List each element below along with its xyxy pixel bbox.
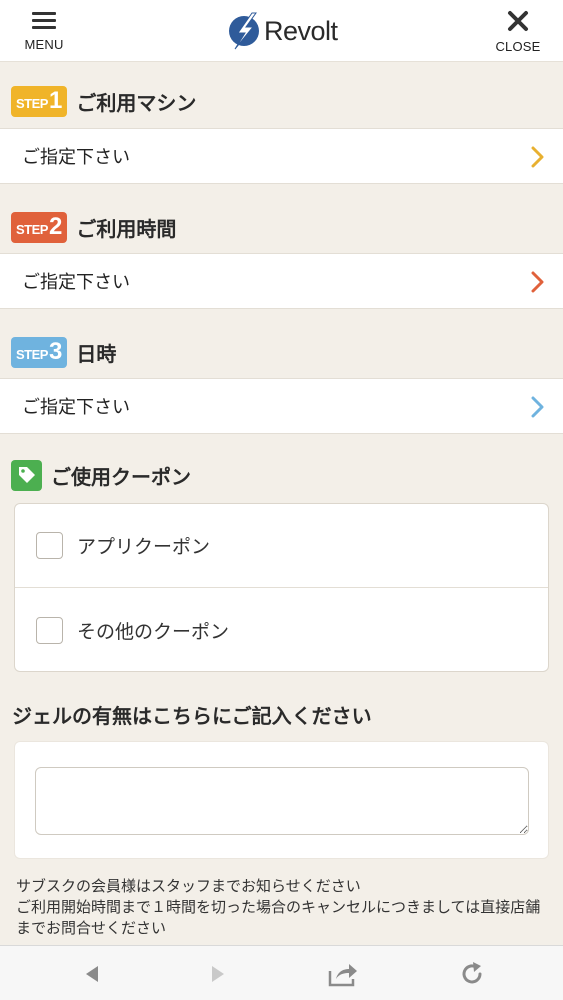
other-coupon-checkbox[interactable] (36, 616, 63, 644)
step3-title: 日時 (76, 341, 117, 366)
step1-badge: STEP 1 (11, 85, 68, 117)
lightning-logo-icon (229, 12, 259, 50)
revolt-logo: Revolt (226, 11, 338, 51)
datetime-select-value: ご指定下さい (22, 397, 130, 418)
note-cancellation: ご利用開始時間まで１時間を切った場合のキャンセルにつきましては直接店舗までお問合… (16, 898, 541, 937)
step2-title: ご利用時間 (76, 216, 177, 241)
gel-input-panel (14, 741, 549, 859)
datetime-select-row[interactable]: ご指定下さい (0, 378, 563, 434)
note-subscription: サブスクの会員様はスタッフまでお知らせください (16, 877, 361, 895)
step2-badge: STEP 2 (11, 211, 68, 243)
coupon-option-app[interactable]: アプリクーポン (15, 504, 548, 588)
tag-icon (11, 459, 42, 491)
logo-text: Revolt (264, 15, 338, 46)
reload-icon (462, 962, 482, 984)
chevron-right-icon (531, 271, 544, 293)
duration-select-row[interactable]: ご指定下さい (0, 253, 563, 309)
hamburger-icon (32, 10, 56, 30)
browser-toolbar (0, 945, 563, 1000)
step1-title: ご利用マシン (76, 90, 197, 115)
step1-header: STEP 1 ご利用マシン (0, 68, 563, 134)
coupon-header: ご使用クーポン (0, 448, 563, 502)
close-label: CLOSE (495, 39, 541, 54)
reload-button[interactable] (456, 959, 488, 989)
forward-button[interactable] (202, 959, 234, 989)
menu-button[interactable]: MENU (14, 10, 74, 52)
close-icon (508, 11, 528, 31)
coupon-option-label: アプリクーポン (77, 536, 211, 558)
app-header: MENU Revolt CLOSE (0, 0, 563, 62)
step2-header: STEP 2 ご利用時間 (0, 194, 563, 260)
duration-select-value: ご指定下さい (22, 272, 130, 293)
notes: サブスクの会員様はスタッフまでお知らせください ご利用開始時間まで１時間を切った… (16, 876, 546, 939)
menu-label: MENU (24, 37, 64, 52)
chevron-right-icon (531, 146, 544, 168)
close-button[interactable]: CLOSE (488, 10, 548, 54)
share-button[interactable] (327, 959, 359, 989)
coupon-option-label: その他のクーポン (77, 620, 230, 643)
step3-badge: STEP 3 (11, 336, 68, 368)
machine-select-row[interactable]: ご指定下さい (0, 128, 563, 184)
forward-icon (212, 966, 224, 982)
gel-input[interactable] (35, 767, 529, 835)
coupon-title: ご使用クーポン (51, 464, 191, 489)
back-button[interactable] (76, 959, 108, 989)
coupon-option-other[interactable]: その他のクーポン (15, 588, 548, 672)
step3-header: STEP 3 日時 (0, 319, 563, 385)
app-coupon-checkbox[interactable] (36, 532, 63, 559)
share-icon (328, 964, 357, 987)
back-icon (86, 966, 98, 982)
gel-section-title: ジェルの有無はこちらにご記入ください (12, 704, 372, 728)
chevron-right-icon (531, 396, 544, 418)
coupon-options: アプリクーポン その他のクーポン (14, 503, 549, 672)
machine-select-value: ご指定下さい (22, 147, 130, 168)
